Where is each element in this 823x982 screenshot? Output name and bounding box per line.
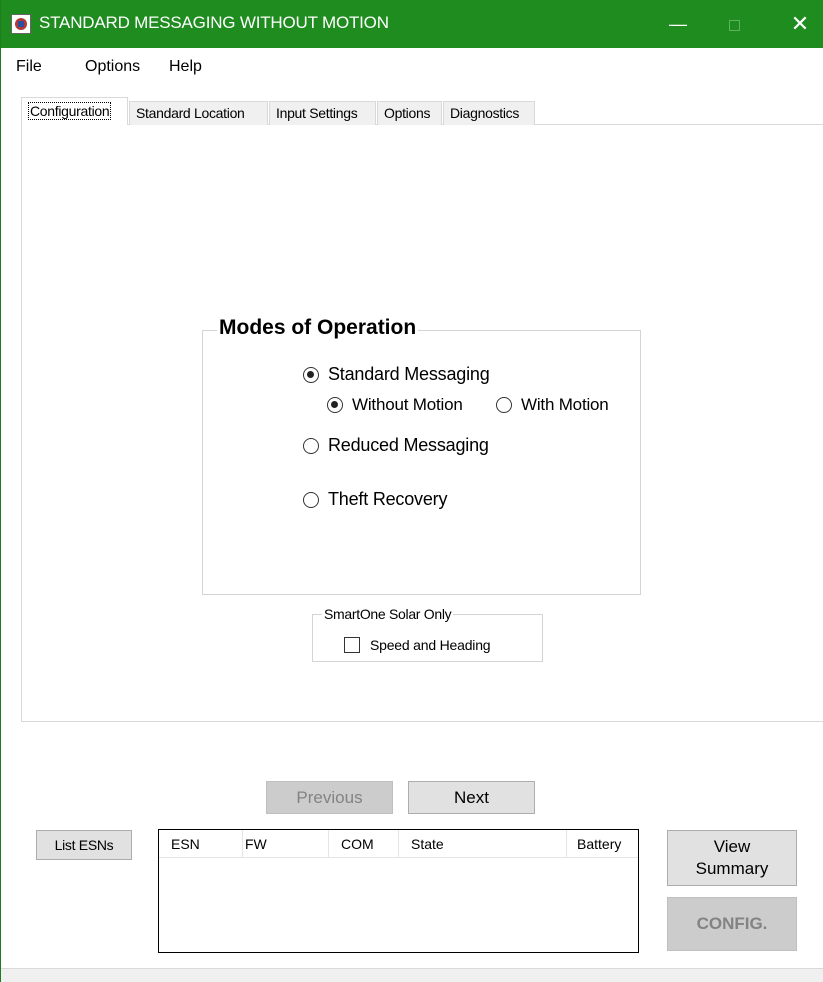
radio-dot-icon <box>303 366 319 383</box>
window-title: STANDARD MESSAGING WITHOUT MOTION <box>39 13 389 32</box>
modes-title: Modes of Operation <box>217 316 419 340</box>
radio-dot-icon <box>303 437 319 454</box>
tab-configuration-label: Configuration <box>28 102 112 120</box>
radio-reduced-messaging[interactable]: Reduced Messaging <box>303 435 489 456</box>
view-summary-label-line2: Summary <box>695 859 769 878</box>
column-header-com[interactable]: COM <box>329 830 399 858</box>
menu-options[interactable]: Options <box>85 58 140 76</box>
radio-theft-recovery-label: Theft Recovery <box>328 489 448 509</box>
view-summary-label-line1: View <box>713 837 751 856</box>
list-header: ESN FW COM State Battery <box>159 830 638 858</box>
checkbox-speed-heading[interactable]: Speed and Heading <box>344 637 491 653</box>
radio-with-motion-label: With Motion <box>521 395 609 414</box>
radio-dot-icon <box>303 491 319 508</box>
tab-standard-location[interactable]: Standard Location <box>129 101 268 125</box>
tab-diagnostics[interactable]: Diagnostics <box>443 101 535 125</box>
minimize-button[interactable]: — <box>655 0 701 48</box>
app-icon <box>11 14 31 34</box>
column-header-battery[interactable]: Battery <box>567 830 638 858</box>
maximize-button[interactable] <box>711 0 757 48</box>
view-summary-button[interactable]: View Summary <box>667 830 797 886</box>
column-header-fw[interactable]: FW <box>243 830 329 858</box>
radio-dot-icon <box>327 397 343 413</box>
menu-file[interactable]: File <box>16 58 42 76</box>
close-button[interactable]: ✕ <box>777 0 823 48</box>
tab-input-settings[interactable]: Input Settings <box>269 101 376 125</box>
radio-without-motion-label: Without Motion <box>352 395 463 414</box>
title-bar[interactable]: STANDARD MESSAGING WITHOUT MOTION — ✕ <box>1 0 823 48</box>
radio-with-motion[interactable]: With Motion <box>496 395 609 415</box>
radio-standard-messaging[interactable]: Standard Messaging <box>303 364 490 385</box>
menu-help[interactable]: Help <box>169 58 202 76</box>
radio-reduced-messaging-label: Reduced Messaging <box>328 435 489 455</box>
tab-options[interactable]: Options <box>377 101 442 125</box>
column-header-esn[interactable]: ESN <box>159 830 243 858</box>
column-header-state[interactable]: State <box>399 830 567 858</box>
status-bar <box>1 968 823 982</box>
radio-theft-recovery[interactable]: Theft Recovery <box>303 489 447 510</box>
esn-list-view[interactable]: ESN FW COM State Battery <box>158 829 639 953</box>
list-esns-button[interactable]: List ESNs <box>36 830 132 860</box>
next-button[interactable]: Next <box>408 781 535 814</box>
tab-configuration[interactable]: Configuration <box>21 97 128 125</box>
config-button[interactable]: CONFIG. <box>667 897 797 951</box>
solar-title: SmartOne Solar Only <box>322 606 454 622</box>
radio-dot-icon <box>496 397 512 413</box>
previous-button[interactable]: Previous <box>266 781 393 814</box>
checkbox-icon <box>344 637 360 653</box>
app-window: STANDARD MESSAGING WITHOUT MOTION — ✕ Fi… <box>0 0 823 982</box>
radio-standard-messaging-label: Standard Messaging <box>328 364 490 384</box>
menu-bar: File Options Help <box>1 48 823 86</box>
radio-without-motion[interactable]: Without Motion <box>327 395 463 415</box>
checkbox-speed-heading-label: Speed and Heading <box>370 637 491 653</box>
maximize-icon <box>728 19 740 31</box>
